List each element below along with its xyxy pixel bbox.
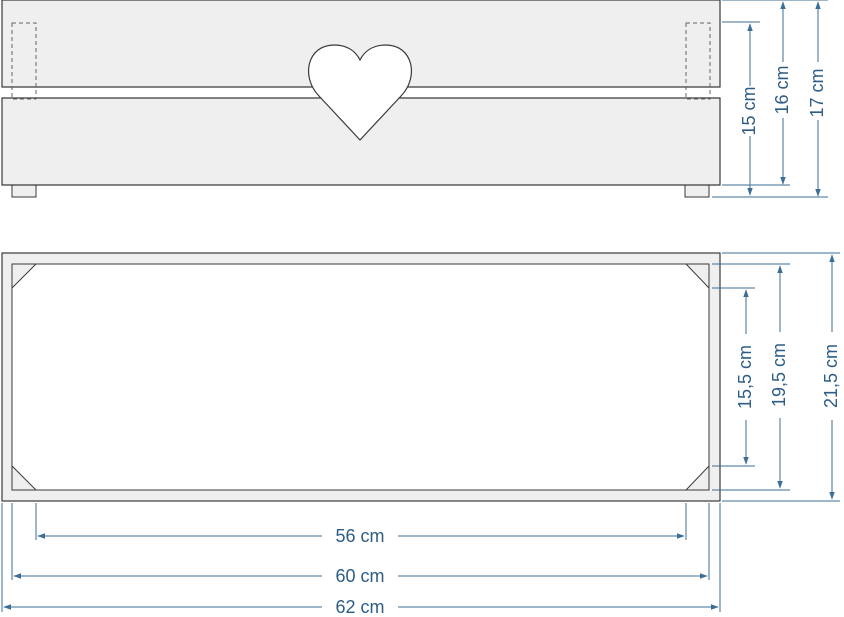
dimension-label-17: 17 cm xyxy=(807,68,827,117)
dimension-16cm: 16 cm xyxy=(772,1,792,185)
dimension-label-15: 15 cm xyxy=(739,86,759,135)
dimension-62cm: 62 cm xyxy=(3,597,719,617)
dimension-label-16: 16 cm xyxy=(772,65,792,114)
dimension-label-62: 62 cm xyxy=(335,597,384,617)
dimension-15-5cm: 15,5 cm xyxy=(735,289,755,465)
dimension-19-5cm: 19,5 cm xyxy=(769,265,789,489)
side-view: 15 cm 16 cm 17 cm xyxy=(1,0,828,198)
dimension-60cm: 60 cm xyxy=(13,566,708,586)
dimension-label-15-5: 15,5 cm xyxy=(735,345,755,409)
dimension-15cm: 15 cm xyxy=(739,23,759,196)
top-view: 15,5 cm 19,5 cm 21,5 cm 56 cm 60 cm 62 c… xyxy=(1,252,841,617)
dimension-label-56: 56 cm xyxy=(335,526,384,546)
leg-left xyxy=(11,184,37,198)
dimension-17cm: 17 cm xyxy=(807,1,827,197)
dimension-label-60: 60 cm xyxy=(335,566,384,586)
technical-drawing: 15 cm 16 cm 17 cm 15,5 cm 19,5 cm 21,5 c… xyxy=(1,0,841,617)
dimension-label-19-5: 19,5 cm xyxy=(769,343,789,407)
dimension-label-21-5: 21,5 cm xyxy=(821,344,841,408)
dimension-56cm: 56 cm xyxy=(37,526,685,546)
leg-right xyxy=(684,184,710,198)
dimension-21-5cm: 21,5 cm xyxy=(821,254,841,500)
inner-cavity xyxy=(11,263,710,491)
